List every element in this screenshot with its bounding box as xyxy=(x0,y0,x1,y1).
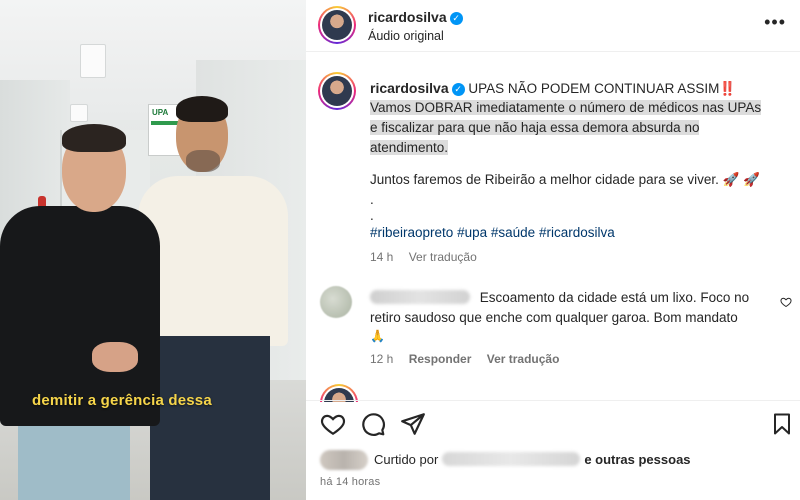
caption-headline-row: ricardosilva ✓ UPAS NÃO PODEM CONTINUAR A… xyxy=(370,78,736,99)
hashtags-row: #ribeiraopreto #upa #saúde #ricardosilva xyxy=(370,223,615,243)
caption-line: e fiscalizar para que não haja essa demo… xyxy=(370,120,700,135)
hashtag-link[interactable]: #ribeiraopreto xyxy=(370,225,453,240)
post-header: ricardosilva ✓ Áudio original ••• xyxy=(306,0,800,52)
ceiling-light xyxy=(80,44,106,78)
rocket-emoji: 🚀 🚀 xyxy=(722,172,761,187)
save-bookmark-icon[interactable] xyxy=(770,411,794,437)
author-username[interactable]: ricardosilva xyxy=(368,9,447,25)
post-timestamp[interactable]: há 14 horas xyxy=(320,476,380,488)
caption-line: atendimento. xyxy=(370,140,449,155)
author-avatar[interactable] xyxy=(318,6,356,44)
comment-line: retiro saudoso que enche com qualquer ga… xyxy=(370,310,738,325)
see-translation-link[interactable]: Ver tradução xyxy=(487,352,560,366)
video-subtitle: demitir a gerência dessa xyxy=(32,392,212,409)
verified-badge-icon: ✓ xyxy=(449,12,463,25)
likes-row: Curtido por e outras pessoas xyxy=(306,448,800,472)
liker-avatars-blurred[interactable] xyxy=(320,450,368,470)
comment-line: Escoamento da cidade está um lixo. Foco … xyxy=(370,288,749,308)
commenter-avatar[interactable] xyxy=(320,286,352,318)
hashtag-link[interactable]: #upa xyxy=(457,225,487,240)
ceiling-light xyxy=(70,104,88,122)
more-options-icon[interactable]: ••• xyxy=(764,12,786,33)
likes-text: Curtido por e outras pessoas xyxy=(374,452,691,467)
caption-author-avatar[interactable] xyxy=(318,72,356,110)
comment-time[interactable]: 12 h xyxy=(370,352,393,366)
upa-sign-text: UPA xyxy=(152,108,169,117)
comment-bubble-icon[interactable] xyxy=(360,411,386,437)
see-translation-link[interactable]: Ver tradução xyxy=(409,250,477,264)
comment-meta: 12 h Responder Ver tradução xyxy=(370,349,559,369)
reply-button[interactable]: Responder xyxy=(409,352,472,366)
hashtag-link[interactable]: #saúde xyxy=(491,225,535,240)
post-panel: ricardosilva ✓ Áudio original ••• ricardo… xyxy=(306,0,800,500)
like-heart-icon[interactable] xyxy=(320,411,346,437)
share-send-icon[interactable] xyxy=(400,411,426,437)
caption-line: Juntos faremos de Ribeirão a melhor cida… xyxy=(370,172,761,187)
hashtag-link[interactable]: #ricardosilva xyxy=(539,225,615,240)
caption-time[interactable]: 14 h xyxy=(370,250,393,264)
double-exclamation-emoji: ‼️ xyxy=(719,81,737,96)
action-bar xyxy=(306,400,800,444)
caption-line: Vamos DOBRAR imediatamente o número de m… xyxy=(370,100,762,115)
other-likers-link[interactable]: e outras pessoas xyxy=(584,452,690,467)
video-player[interactable]: UPA demitir a gerência dessa xyxy=(0,0,306,500)
liker-username-blurred[interactable] xyxy=(442,452,581,466)
praying-hands-emoji: 🙏 xyxy=(370,329,385,343)
verified-badge-icon: ✓ xyxy=(451,83,465,96)
comment-like-heart-icon[interactable] xyxy=(780,296,792,308)
caption-headline: UPAS NÃO PODEM CONTINUAR ASSIM xyxy=(468,81,720,96)
audio-label[interactable]: Áudio original xyxy=(368,29,444,43)
caption-username[interactable]: ricardosilva xyxy=(370,80,449,96)
commenter-username-blurred[interactable] xyxy=(370,290,470,304)
caption-meta: 14 h Ver tradução xyxy=(370,247,477,267)
